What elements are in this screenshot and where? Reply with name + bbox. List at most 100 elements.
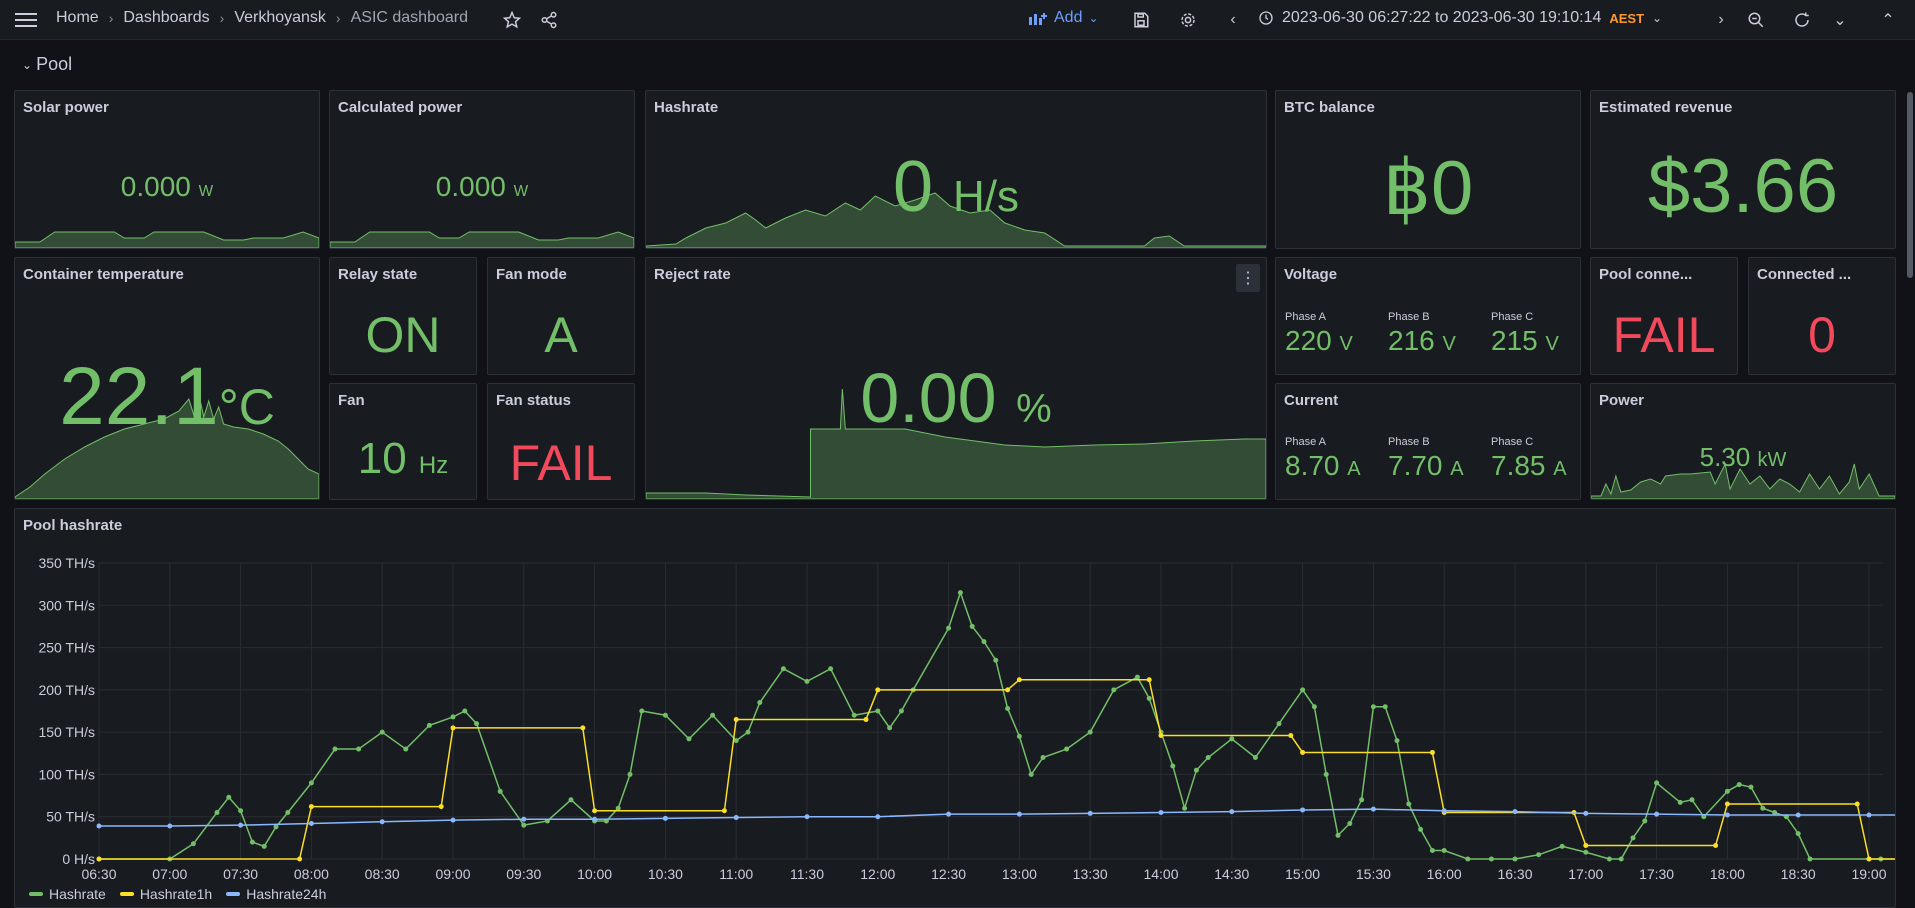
data-point-hashrate24h: [450, 817, 456, 823]
top-navbar: Home › Dashboards › Verkhoyansk › ASIC d…: [0, 0, 1915, 40]
x-tick-label: 06:30: [81, 866, 116, 882]
data-point-hashrate1h: [450, 725, 456, 731]
data-point-hashrate24h: [1441, 808, 1447, 814]
phase-label: Phase C: [1491, 311, 1534, 323]
add-button[interactable]: Add ⌄: [1028, 6, 1099, 30]
x-tick-label: 11:30: [790, 866, 824, 882]
share-icon[interactable]: [537, 8, 561, 32]
stat-value: 10 Hz: [330, 434, 476, 484]
refresh-icon[interactable]: [1790, 8, 1814, 32]
scrollbar-thumb[interactable]: [1907, 92, 1913, 278]
data-point-hashrate: [1736, 782, 1742, 788]
legend-label: Hashrate: [49, 886, 106, 902]
save-icon[interactable]: [1129, 8, 1153, 32]
stat-unit: W: [198, 183, 214, 200]
phase-a-stat: Phase A 8.70 A: [1285, 436, 1361, 482]
panel-current[interactable]: Current Phase A 8.70 A Phase B 7.70 A Ph…: [1275, 383, 1581, 500]
data-point-hashrate24h: [1370, 806, 1376, 812]
panel-connected[interactable]: Connected ... 0: [1748, 257, 1896, 375]
data-point-hashrate: [1748, 784, 1754, 790]
stat-unit: kW: [1757, 449, 1787, 471]
data-point-hashrate: [1005, 705, 1011, 711]
zoom-out-icon[interactable]: [1744, 8, 1768, 32]
data-point-hashrate: [898, 708, 904, 714]
data-point-hashrate: [627, 771, 633, 777]
data-point-hashrate24h: [1654, 811, 1660, 817]
data-point-hashrate24h: [733, 815, 739, 821]
breadcrumb-folder[interactable]: Verkhoyansk: [234, 9, 326, 27]
timezone-badge: AEST: [1609, 10, 1645, 26]
panel-reject-rate[interactable]: Reject rate ⋮ 0.00 %: [645, 257, 1267, 500]
phase-value: 7.70 A: [1388, 450, 1464, 482]
x-tick-label: 07:00: [152, 866, 187, 882]
y-tick-label: 300 TH/s: [38, 597, 95, 613]
data-point-hashrate1h: [580, 725, 586, 731]
data-point-hashrate: [450, 714, 456, 720]
breadcrumb-home[interactable]: Home: [56, 9, 99, 27]
data-point-hashrate: [1488, 856, 1494, 862]
x-tick-label: 12:30: [931, 866, 966, 882]
star-icon[interactable]: [500, 8, 524, 32]
panel-fan-mode[interactable]: Fan mode A: [487, 257, 635, 375]
data-point-hashrate: [1170, 763, 1176, 769]
panel-voltage[interactable]: Voltage Phase A 220 V Phase B 216 V Phas…: [1275, 257, 1581, 375]
stat-value: A: [544, 307, 578, 363]
series-line-hashrate: [99, 590, 1895, 860]
row-header[interactable]: ⌄ Pool: [22, 54, 72, 75]
phase-b-stat: Phase B 7.70 A: [1388, 436, 1464, 482]
panel-menu-icon[interactable]: ⋮: [1236, 264, 1260, 292]
data-point-hashrate: [993, 657, 999, 663]
time-range-picker[interactable]: 2023-06-30 06:27:22 to 2023-06-30 19:10:…: [1258, 6, 1662, 30]
data-point-hashrate: [1536, 852, 1542, 858]
chevron-up-icon[interactable]: ⌃: [1876, 8, 1900, 32]
panel-btc-balance[interactable]: BTC balance ฿0: [1275, 90, 1581, 249]
data-point-hashrate: [1630, 835, 1636, 841]
legend-item-hashrate[interactable]: Hashrate: [29, 886, 106, 902]
panel-pool-hashrate[interactable]: Pool hashrate 0 H/s 50 TH/s 100 TH/s 150 TH…: [14, 508, 1896, 908]
chevron-down-icon: ⌄: [1088, 11, 1099, 25]
data-point-hashrate1h: [1016, 677, 1022, 683]
breadcrumb-current: ASIC dashboard: [350, 9, 468, 26]
panel-container-temperature[interactable]: Container temperature 22.1°C: [14, 257, 320, 500]
stat-value: FAIL: [1612, 307, 1716, 363]
panel-solar-power[interactable]: Solar power 0.000 W: [14, 90, 320, 249]
chevron-down-icon: ⌄: [1652, 11, 1663, 25]
data-point-hashrate: [1193, 767, 1199, 773]
panel-title: Reject rate: [654, 266, 731, 283]
data-point-hashrate: [1724, 788, 1730, 794]
stat-value: 22.1°C: [15, 350, 319, 444]
chevron-down-icon[interactable]: ⌄: [1828, 8, 1852, 32]
panel-fan[interactable]: Fan 10 Hz: [329, 383, 477, 500]
chevron-down-icon: ⌄: [22, 57, 33, 72]
phase-value: 216 V: [1388, 325, 1456, 357]
data-point-hashrate1h: [1724, 801, 1730, 807]
y-tick-label: 250 TH/s: [38, 640, 95, 656]
data-point-hashrate: [1382, 704, 1388, 710]
x-tick-label: 09:30: [506, 866, 541, 882]
data-point-hashrate: [1016, 733, 1022, 739]
panel-pool-connection[interactable]: Pool conne... FAIL: [1590, 257, 1738, 375]
panel-hashrate[interactable]: Hashrate 0 H/s: [645, 90, 1267, 249]
panel-estimated-revenue[interactable]: Estimated revenue $3.66: [1590, 90, 1896, 249]
y-tick-label: 150 TH/s: [38, 724, 95, 740]
data-point-hashrate24h: [1866, 812, 1872, 818]
data-point-hashrate: [1182, 805, 1188, 811]
gear-icon[interactable]: [1176, 8, 1200, 32]
data-point-hashrate: [1795, 831, 1801, 837]
phase-value: 8.70 A: [1285, 450, 1361, 482]
panel-calculated-power[interactable]: Calculated power 0.000 W: [329, 90, 635, 249]
data-point-hashrate1h: [1429, 749, 1435, 755]
legend-item-hashrate24h[interactable]: Hashrate24h: [226, 886, 326, 902]
phase-number: 7.70: [1388, 450, 1443, 481]
menu-icon[interactable]: [14, 8, 38, 32]
panel-fan-status[interactable]: Fan status FAIL: [487, 383, 635, 500]
breadcrumb-dashboards[interactable]: Dashboards: [123, 9, 209, 27]
data-point-hashrate1h: [96, 856, 102, 862]
legend-item-hashrate1h[interactable]: Hashrate1h: [119, 886, 212, 902]
chevron-right-icon[interactable]: ›: [1709, 8, 1733, 32]
panel-relay-state[interactable]: Relay state ON: [329, 257, 477, 375]
page-scrollbar[interactable]: [1905, 40, 1915, 908]
phase-c-stat: Phase C 215 V: [1491, 311, 1559, 357]
chevron-left-icon[interactable]: ‹: [1221, 8, 1245, 32]
panel-power[interactable]: Power 5.30 kW: [1590, 383, 1896, 500]
